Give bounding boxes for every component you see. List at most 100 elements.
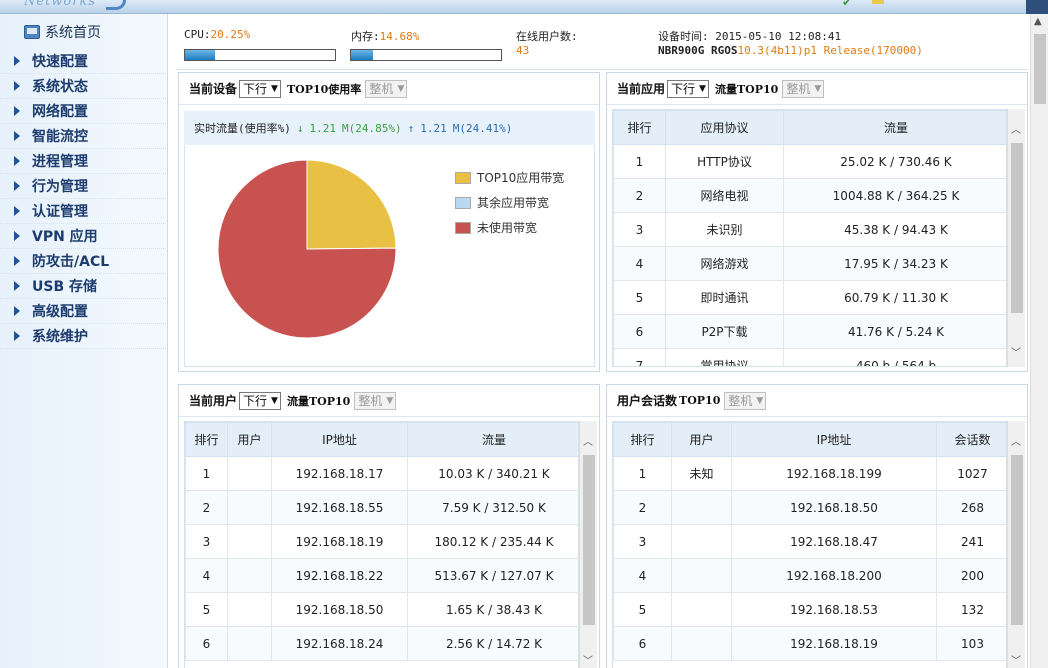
legend-swatch [455, 221, 471, 234]
session-scope-select[interactable]: 整机 ▼ [724, 391, 767, 410]
table-row[interactable]: 2 192.168.18.50 268 [613, 490, 1006, 525]
sidebar-item-advanced[interactable]: 高级配置 [0, 299, 168, 324]
brand-logo-text: Networks [24, 0, 97, 9]
table-row[interactable]: 5 192.168.18.53 132 [613, 592, 1006, 627]
table-cell: 192.168.18.47 [731, 524, 937, 559]
sidebar-item-label: 系统维护 [32, 329, 88, 345]
table-cell [671, 490, 732, 525]
sidebar-item-network-config[interactable]: 网络配置 [0, 99, 168, 124]
col-header-traffic[interactable]: 流量 [783, 110, 1006, 145]
time-stat: 设备时间: 2015-05-10 12:08:41 NBR900G RGOS10… [658, 28, 923, 57]
table-cell: 513.67 K / 127.07 K [407, 558, 578, 593]
pie-slice-0[interactable] [306, 159, 397, 250]
chevron-up-icon[interactable]: ︿ [1011, 121, 1021, 136]
notice-icon[interactable] [872, 0, 884, 4]
col-header-user[interactable]: 用户 [227, 422, 272, 457]
table-row[interactable]: 7 常用协议 460 b / 564 b [613, 348, 1006, 366]
table-row[interactable]: 4 192.168.18.200 200 [613, 558, 1006, 593]
col-header-ip[interactable]: IP地址 [271, 422, 408, 457]
triangle-right-icon [14, 231, 20, 241]
chevron-down-icon[interactable]: ﹀ [1011, 344, 1021, 359]
table-row[interactable]: 4 网络游戏 17.95 K / 34.23 K [613, 246, 1006, 281]
sidebar-item-acl[interactable]: 防攻击/ACL [0, 249, 168, 274]
user-direction-select[interactable]: 下行 ▼ [239, 391, 281, 410]
table-row[interactable]: 1 192.168.18.17 10.03 K / 340.21 K [185, 456, 578, 491]
cpu-value: 20.25% [210, 28, 251, 41]
scroll-thumb[interactable] [1011, 455, 1023, 625]
table-row[interactable]: 6 192.168.18.24 2.56 K / 14.72 K [185, 626, 578, 661]
sidebar-item-vpn[interactable]: VPN 应用 [0, 224, 168, 249]
sidebar-item-auth-mgmt[interactable]: 认证管理 [0, 199, 168, 224]
table-row[interactable]: 5 192.168.18.50 1.65 K / 38.43 K [185, 592, 578, 627]
user-table-scrollbar[interactable]: ︿ ﹀ [579, 421, 597, 668]
session-table-scrollbar[interactable]: ︿ ﹀ [1007, 421, 1025, 668]
check-icon[interactable]: ✔ [842, 0, 852, 9]
table-row[interactable]: 2 192.168.18.55 7.59 K / 312.50 K [185, 490, 578, 525]
table-cell: 41.76 K / 5.24 K [783, 314, 1006, 349]
table-row[interactable]: 3 未识别 45.38 K / 94.43 K [613, 212, 1006, 247]
table-cell: 192.168.18.53 [731, 592, 937, 627]
chevron-up-icon[interactable]: ▲ [1034, 16, 1042, 27]
time-value: 2015-05-10 12:08:41 [715, 30, 842, 43]
col-header-rank[interactable]: 排行 [613, 422, 672, 457]
page-scrollbar[interactable]: ▲ [1030, 14, 1048, 668]
col-header-sessions[interactable]: 会话数 [936, 422, 1006, 457]
user-scope-select[interactable]: 整机 ▼ [354, 391, 397, 410]
col-header-rank[interactable]: 排行 [613, 110, 666, 145]
sidebar-item-process-mgmt[interactable]: 进程管理 [0, 149, 168, 174]
table-cell: 2 [613, 178, 666, 213]
table-row[interactable]: 3 192.168.18.19 180.12 K / 235.44 K [185, 524, 578, 559]
table-cell: HTTP协议 [665, 144, 784, 179]
triangle-right-icon [14, 131, 20, 141]
chevron-down-icon[interactable]: ﹀ [583, 652, 593, 667]
table-cell: 3 [613, 524, 672, 559]
user-traffic-panel: 当前用户 下行 ▼ 流量TOP10 整机 ▼ 排行 用户 IP地址 流量 1 192.… [178, 384, 600, 668]
table-cell: 7 [613, 348, 666, 366]
device-scope-select[interactable]: 整机 ▼ [365, 79, 408, 98]
scroll-thumb[interactable] [1034, 34, 1046, 104]
sidebar-item-quick-config[interactable]: 快速配置 [0, 49, 168, 74]
device-direction-select[interactable]: 下行 ▼ [239, 79, 281, 98]
sidebar-item-system-status[interactable]: 系统状态 [0, 74, 168, 99]
table-cell: 1004.88 K / 364.25 K [783, 178, 1006, 213]
table-row[interactable]: 1 HTTP协议 25.02 K / 730.46 K [613, 144, 1006, 179]
table-row[interactable]: 6 P2P下载 41.76 K / 5.24 K [613, 314, 1006, 349]
chevron-up-icon[interactable]: ︿ [583, 433, 593, 448]
app-traffic-table: 排行 应用协议 流量 1 HTTP协议 25.02 K / 730.46 K 2 网络电… [613, 110, 1006, 366]
table-cell [227, 558, 272, 593]
app-direction-select[interactable]: 下行 ▼ [667, 79, 709, 98]
sidebar-item-maintenance[interactable]: 系统维护 [0, 324, 168, 349]
table-row[interactable]: 3 192.168.18.47 241 [613, 524, 1006, 559]
scroll-thumb[interactable] [583, 455, 595, 625]
sidebar-item-behavior-mgmt[interactable]: 行为管理 [0, 174, 168, 199]
table-cell: 2 [613, 490, 672, 525]
app-scope-select[interactable]: 整机 ▼ [782, 79, 825, 98]
users-stat: 在线用户数: 43 [516, 28, 578, 57]
col-header-traffic[interactable]: 流量 [407, 422, 578, 457]
user-panel-label: 当前用户 [189, 394, 238, 408]
chevron-down-icon[interactable]: ﹀ [1011, 652, 1021, 667]
col-header-user[interactable]: 用户 [671, 422, 732, 457]
down-percent: M(24.85%) [342, 121, 402, 135]
table-cell: 103 [936, 626, 1006, 661]
table-row[interactable]: 2 网络电视 1004.88 K / 364.25 K [613, 178, 1006, 213]
sidebar-item-usb[interactable]: USB 存储 [0, 274, 168, 299]
sidebar-item-flow-control[interactable]: 智能流控 [0, 124, 168, 149]
chevron-up-icon[interactable]: ︿ [1011, 433, 1021, 448]
sidebar-home[interactable]: 系统首页 [24, 22, 101, 42]
table-row[interactable]: 5 即时通讯 60.79 K / 11.30 K [613, 280, 1006, 315]
scroll-thumb[interactable] [1011, 143, 1023, 313]
col-header-protocol[interactable]: 应用协议 [665, 110, 784, 145]
app-table-scrollbar[interactable]: ︿ ﹀ [1007, 109, 1025, 367]
app-panel-header: 当前应用 下行 ▼ 流量TOP10 整机 ▼ [607, 73, 1027, 105]
device-panel-label: 当前设备 [189, 82, 238, 96]
mem-progress-bar [350, 49, 502, 61]
users-label: 在线用户数: [516, 30, 578, 43]
col-header-ip[interactable]: IP地址 [731, 422, 937, 457]
table-row[interactable]: 6 192.168.18.19 103 [613, 626, 1006, 661]
table-row[interactable]: 1 未知 192.168.18.199 1027 [613, 456, 1006, 491]
table-row[interactable]: 4 192.168.18.22 513.67 K / 127.07 K [185, 558, 578, 593]
down-arrow-icon: ↓ [296, 121, 304, 135]
model-label: NBR900G RGOS [658, 44, 738, 57]
col-header-rank[interactable]: 排行 [185, 422, 228, 457]
